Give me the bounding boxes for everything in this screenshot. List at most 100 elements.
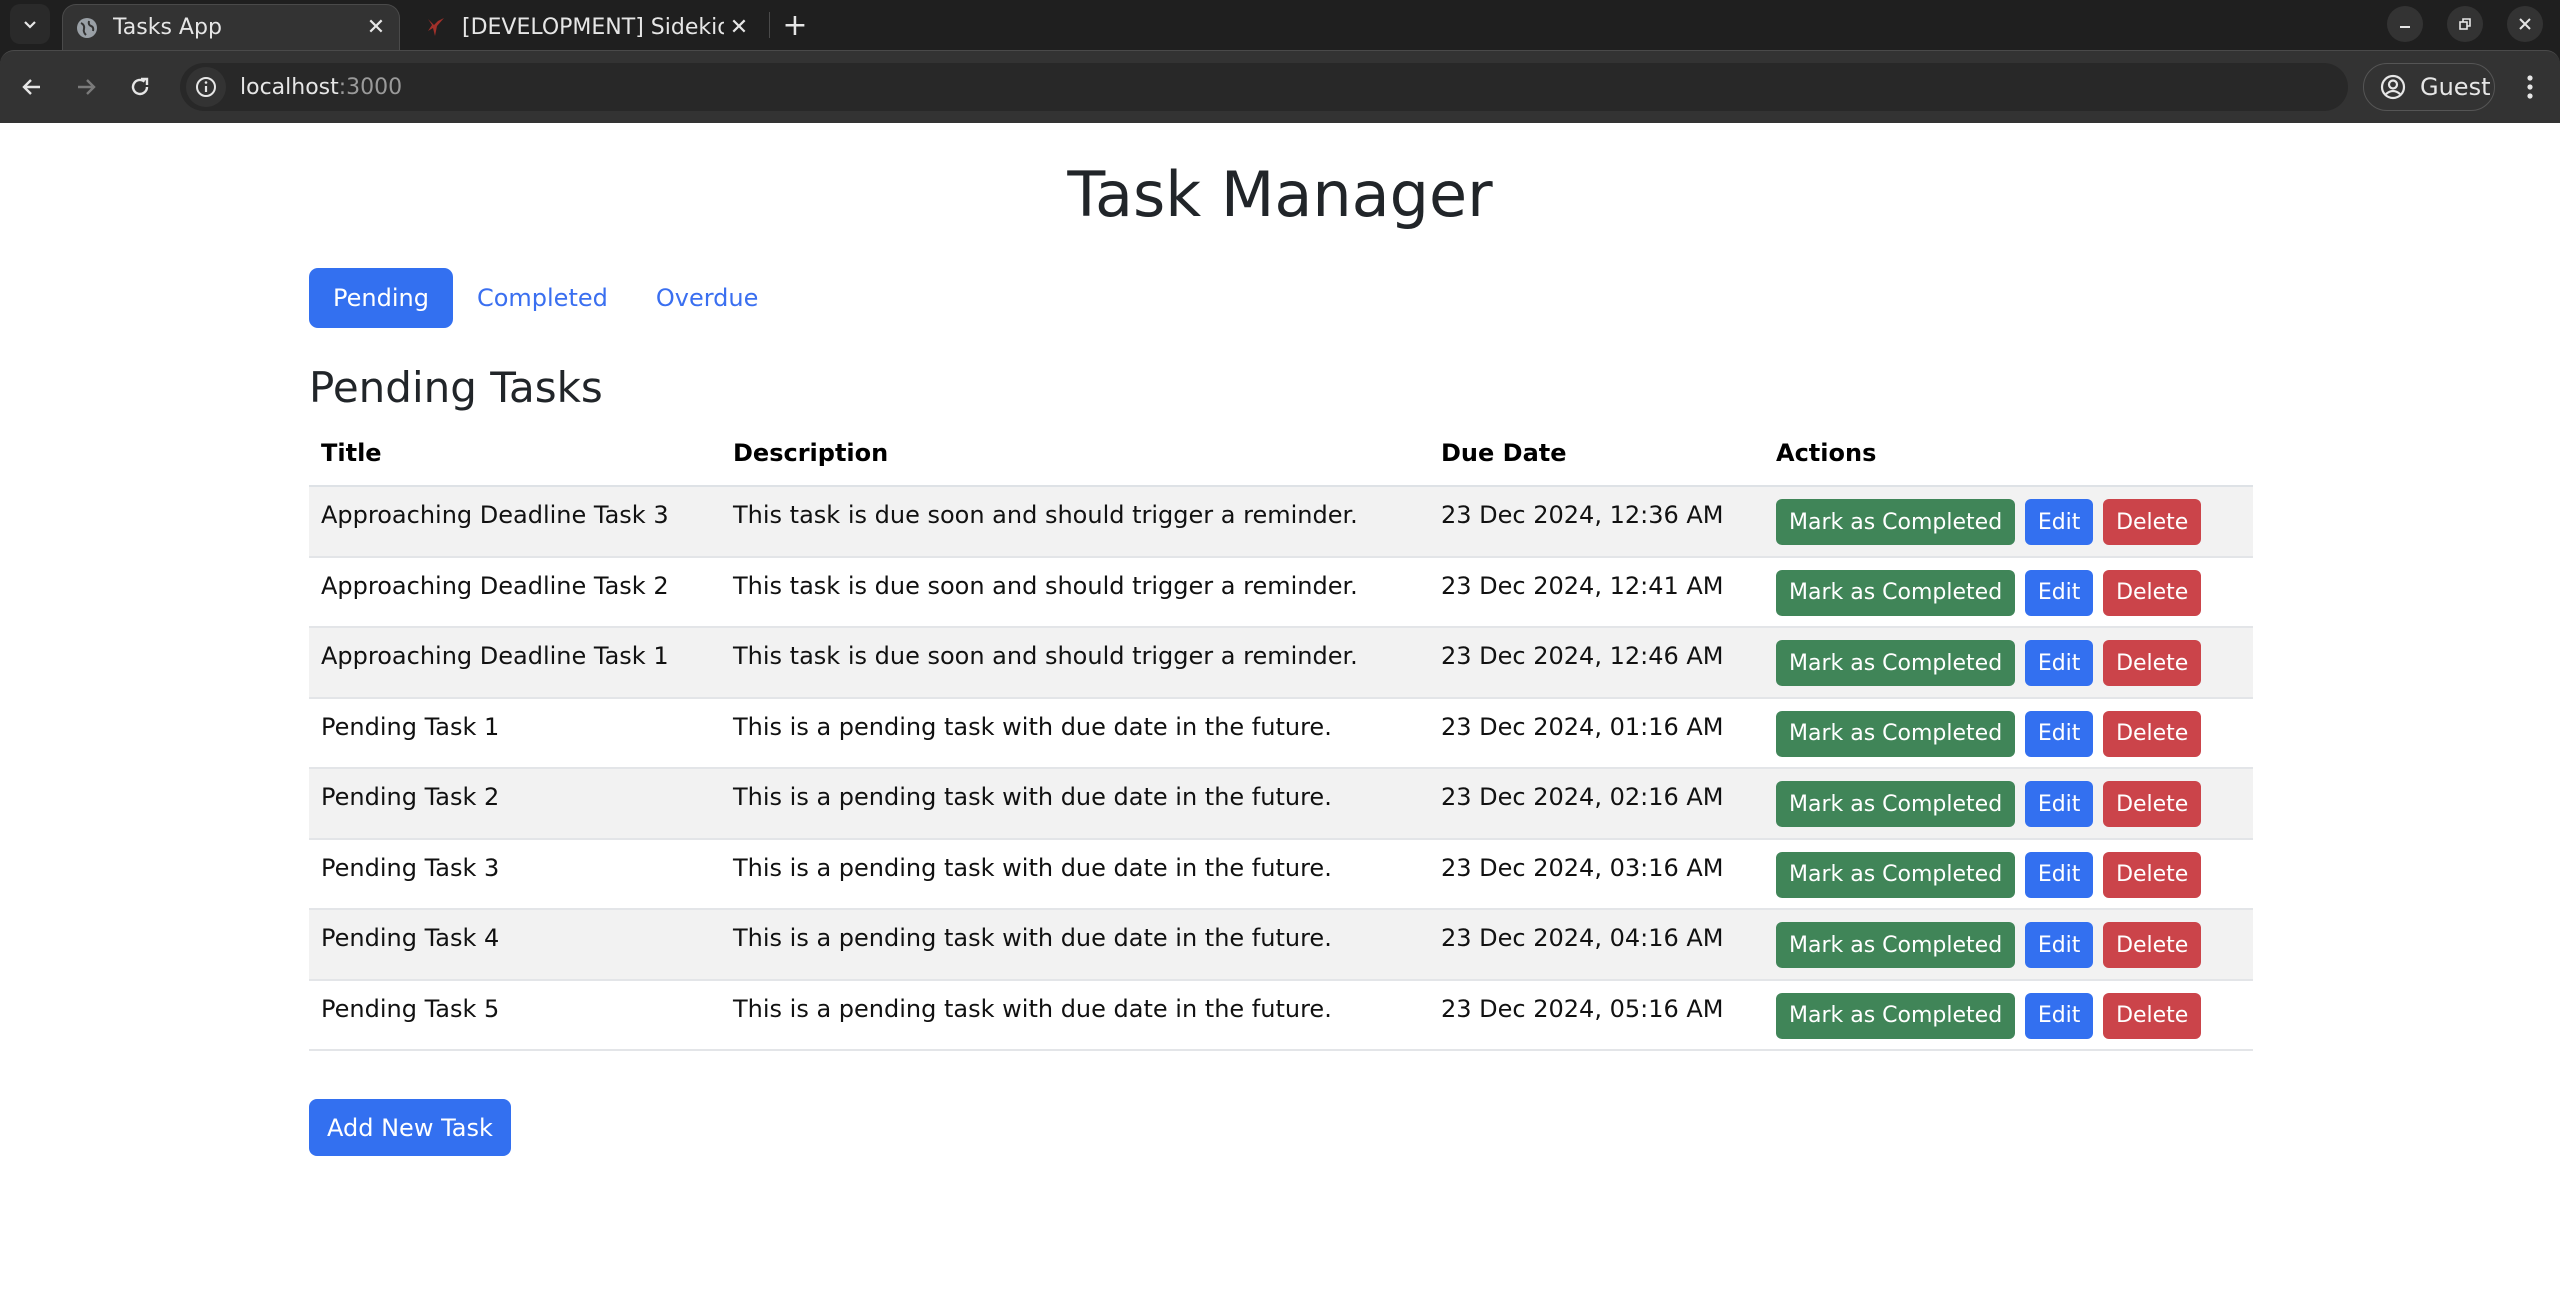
url-text: localhost:3000 — [240, 75, 402, 100]
profile-button[interactable]: Guest — [2363, 63, 2495, 111]
mark-completed-button[interactable]: Mark as Completed — [1776, 499, 2016, 545]
task-actions: Mark as Completed Edit Delete — [1764, 979, 2253, 1051]
browser-tab-tasks-app[interactable]: Tasks App ✕ — [62, 4, 400, 50]
delete-button[interactable]: Delete — [2103, 851, 2202, 898]
edit-button[interactable]: Edit — [2024, 640, 2094, 686]
task-description: This is a pending task with due date in … — [721, 909, 1429, 981]
task-due-date: 23 Dec 2024, 04:16 AM — [1429, 909, 1764, 981]
url-port: :3000 — [338, 74, 403, 100]
tab-overdue[interactable]: Overdue — [632, 268, 783, 328]
tab-title: [DEVELOPMENT] Sidekiq — [462, 14, 724, 40]
back-button[interactable] — [10, 65, 54, 109]
delete-button[interactable]: Delete — [2103, 922, 2202, 968]
task-due-date: 23 Dec 2024, 12:46 AM — [1429, 627, 1764, 699]
delete-button[interactable]: Delete — [2103, 710, 2202, 757]
more-vertical-icon — [2527, 75, 2533, 99]
reload-icon — [131, 77, 149, 96]
close-icon[interactable]: ✕ — [724, 12, 754, 42]
tab-title: Tasks App — [113, 15, 222, 40]
browser-toolbar: localhost:3000 Guest — [0, 50, 2560, 123]
status-tabs: Pending Completed Overdue — [309, 268, 782, 328]
restore-button[interactable] — [2447, 6, 2483, 42]
delete-button[interactable]: Delete — [2103, 640, 2202, 686]
edit-button[interactable]: Edit — [2024, 992, 2094, 1039]
browser-menu-button[interactable] — [2512, 65, 2548, 109]
tab-strip: Tasks App ✕ [DEVELOPMENT] Sidekiq ✕ + — [0, 0, 2560, 50]
account-circle-icon — [2380, 74, 2406, 100]
arrow-right-icon — [78, 79, 96, 95]
table-row: Pending Task 1 This is a pending task wit… — [309, 697, 2253, 769]
reload-button[interactable] — [118, 65, 162, 109]
task-actions: Mark as Completed Edit Delete — [1764, 768, 2253, 840]
task-title: Approaching Deadline Task 1 — [309, 627, 721, 699]
browser-tab-sidekiq[interactable]: [DEVELOPMENT] Sidekiq ✕ — [412, 4, 762, 50]
task-title: Pending Task 1 — [309, 697, 721, 769]
mark-completed-button[interactable]: Mark as Completed — [1776, 569, 2016, 616]
task-actions: Mark as Completed Edit Delete — [1764, 697, 2253, 769]
delete-button[interactable]: Delete — [2103, 499, 2202, 545]
mark-completed-button[interactable]: Mark as Completed — [1776, 851, 2016, 898]
tab-search-button[interactable] — [10, 4, 50, 44]
task-actions: Mark as Completed Edit Delete — [1764, 909, 2253, 981]
table-row: Pending Task 2 This is a pending task wit… — [309, 768, 2253, 840]
globe-icon — [75, 16, 99, 40]
forward-button[interactable] — [64, 65, 108, 109]
browser-chrome: Tasks App ✕ [DEVELOPMENT] Sidekiq ✕ + lo… — [0, 0, 2560, 123]
sidekiq-icon — [424, 15, 448, 39]
minimize-icon — [2400, 26, 2410, 28]
column-header-description: Description — [721, 420, 1429, 487]
delete-button[interactable]: Delete — [2103, 992, 2202, 1039]
task-description: This task is due soon and should trigger… — [721, 486, 1429, 558]
task-due-date: 23 Dec 2024, 05:16 AM — [1429, 979, 1764, 1051]
edit-button[interactable]: Edit — [2024, 499, 2094, 545]
section-title: Pending Tasks — [309, 363, 603, 412]
mark-completed-button[interactable]: Mark as Completed — [1776, 992, 2016, 1039]
task-actions: Mark as Completed Edit Delete — [1764, 838, 2253, 910]
task-description: This task is due soon and should trigger… — [721, 556, 1429, 628]
close-window-button[interactable] — [2507, 6, 2543, 42]
task-due-date: 23 Dec 2024, 01:16 AM — [1429, 697, 1764, 769]
table-row: Approaching Deadline Task 3 This task is … — [309, 486, 2253, 558]
info-icon[interactable] — [186, 67, 226, 107]
edit-button[interactable]: Edit — [2024, 710, 2094, 757]
task-actions: Mark as Completed Edit Delete — [1764, 627, 2253, 699]
delete-button[interactable]: Delete — [2103, 569, 2202, 616]
task-title: Pending Task 2 — [309, 768, 721, 840]
task-due-date: 23 Dec 2024, 02:16 AM — [1429, 768, 1764, 840]
add-new-task-button[interactable]: Add New Task — [309, 1099, 511, 1156]
mark-completed-button[interactable]: Mark as Completed — [1776, 640, 2016, 686]
edit-button[interactable]: Edit — [2024, 781, 2094, 827]
delete-button[interactable]: Delete — [2103, 781, 2202, 827]
tab-completed[interactable]: Completed — [453, 268, 632, 328]
edit-button[interactable]: Edit — [2024, 851, 2094, 898]
task-title: Pending Task 3 — [309, 838, 721, 910]
task-due-date: 23 Dec 2024, 12:41 AM — [1429, 556, 1764, 628]
minimize-button[interactable] — [2387, 6, 2423, 42]
mark-completed-button[interactable]: Mark as Completed — [1776, 710, 2016, 757]
mark-completed-button[interactable]: Mark as Completed — [1776, 922, 2016, 968]
task-due-date: 23 Dec 2024, 12:36 AM — [1429, 486, 1764, 558]
tab-pending[interactable]: Pending — [309, 268, 453, 328]
task-description: This is a pending task with due date in … — [721, 768, 1429, 840]
edit-button[interactable]: Edit — [2024, 569, 2094, 616]
restore-icon — [2459, 18, 2471, 30]
task-description: This is a pending task with due date in … — [721, 697, 1429, 769]
column-header-actions: Actions — [1764, 420, 2253, 487]
table-row: Pending Task 4 This is a pending task wit… — [309, 909, 2253, 981]
task-description: This task is due soon and should trigger… — [721, 627, 1429, 699]
edit-button[interactable]: Edit — [2024, 922, 2094, 968]
chevron-down-icon — [24, 21, 36, 29]
task-title: Approaching Deadline Task 2 — [309, 556, 721, 628]
address-bar[interactable]: localhost:3000 — [180, 63, 2348, 111]
close-icon — [2519, 18, 2531, 30]
task-description: This is a pending task with due date in … — [721, 838, 1429, 910]
new-tab-button[interactable]: + — [776, 6, 814, 44]
page-title: Task Manager — [1067, 158, 1493, 231]
table-row: Pending Task 3 This is a pending task wit… — [309, 838, 2253, 910]
task-actions: Mark as Completed Edit Delete — [1764, 486, 2253, 558]
close-icon[interactable]: ✕ — [361, 13, 391, 43]
task-actions: Mark as Completed Edit Delete — [1764, 556, 2253, 628]
mark-completed-button[interactable]: Mark as Completed — [1776, 781, 2016, 827]
table-header-row: Title Description Due Date Actions — [309, 420, 2253, 487]
plus-icon: + — [782, 7, 808, 43]
